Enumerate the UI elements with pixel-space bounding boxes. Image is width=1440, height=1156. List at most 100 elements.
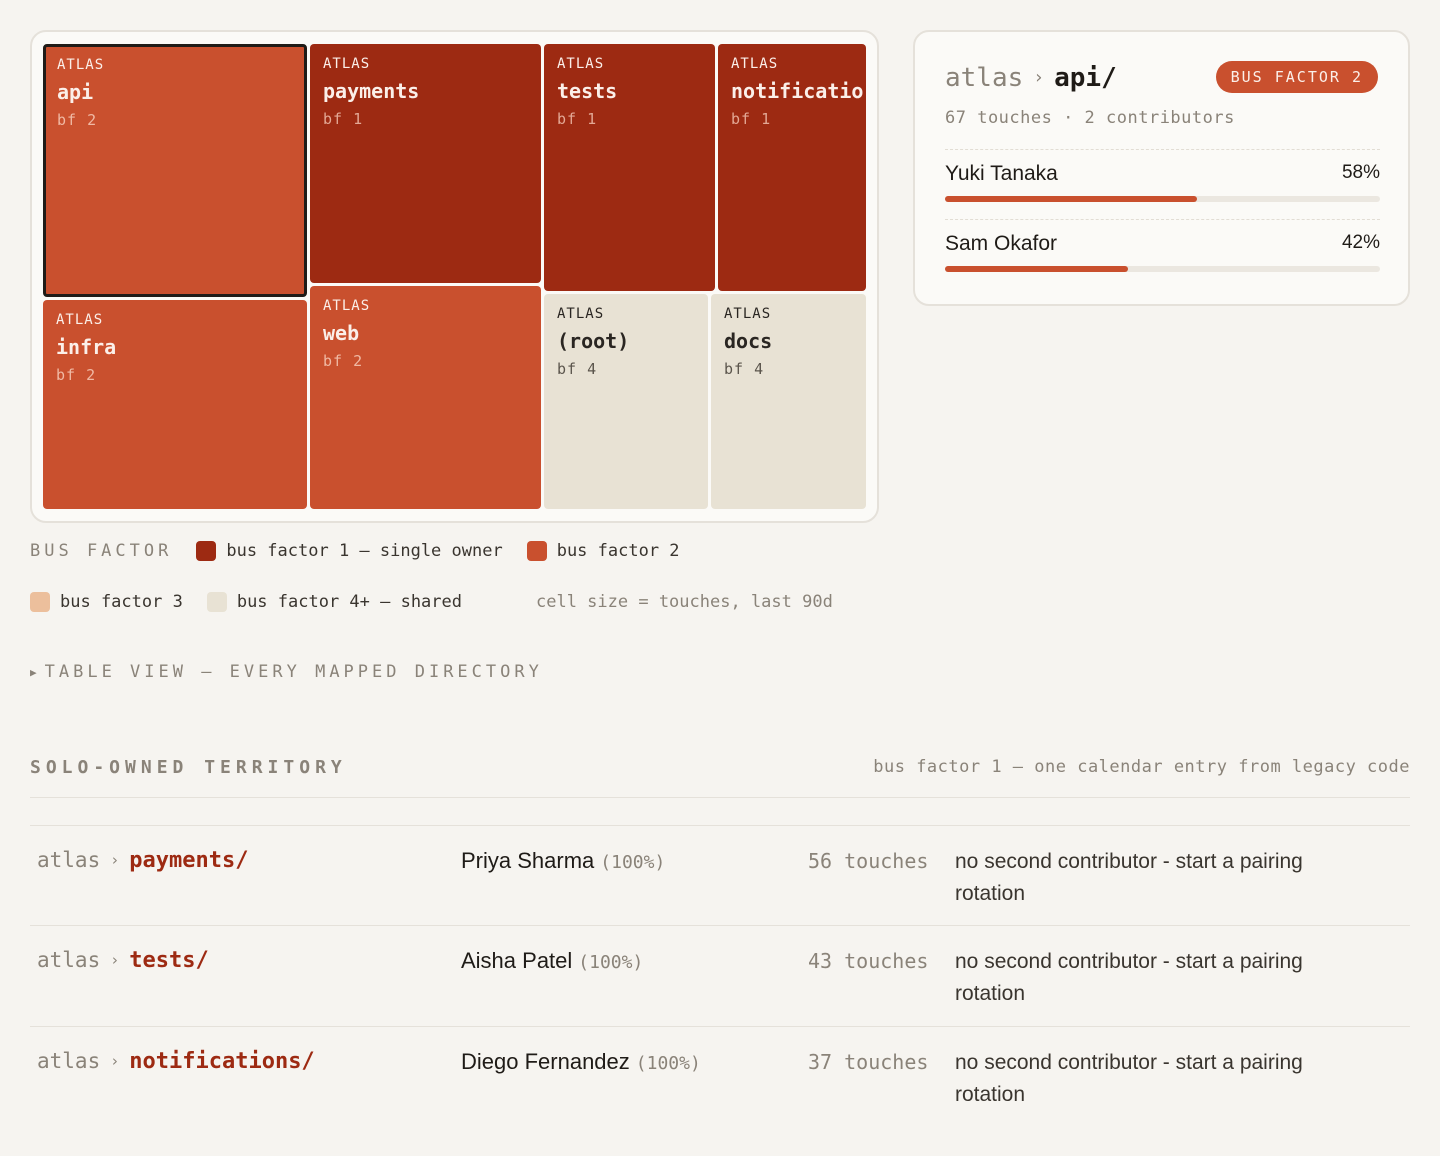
legend-row: bus factor 3 bus factor 4+ — shared cell…: [30, 592, 833, 612]
contributor-row: Yuki Tanaka 58%: [945, 149, 1380, 219]
treemap-cell-tests[interactable]: ATLAS tests bf 1: [544, 44, 715, 291]
cell-bus-factor: bf 4: [557, 360, 598, 378]
treemap-cell-payments[interactable]: ATLAS payments bf 1: [310, 44, 541, 283]
swatch-bf2: [526, 541, 547, 561]
owner-percent: (100%): [635, 1053, 701, 1074]
breadcrumb: atlas › api/: [945, 62, 1117, 94]
swatch-bf1: [196, 541, 217, 561]
touch-count: 43 touches: [808, 949, 929, 973]
bus-factor-badge: BUS FACTOR 2: [1215, 61, 1378, 93]
owner-name: Aisha Patel: [461, 948, 573, 973]
solo-row: atlas › payments/ Priya Sharma (100%) 56 to…: [30, 825, 1410, 925]
legend-label: bus factor 4+ — shared: [236, 592, 462, 612]
owner: Diego Fernandez (100%): [461, 1049, 701, 1075]
cell-project-label: ATLAS: [57, 57, 105, 73]
chevron-right-icon: ›: [110, 951, 120, 969]
cell-directory-name: docs: [724, 329, 773, 353]
owner-percent: (100%): [600, 852, 666, 873]
chevron-right-icon: ›: [110, 1052, 120, 1070]
owner: Priya Sharma (100%): [461, 848, 665, 874]
cell-directory-name: api: [57, 80, 94, 104]
legend-item-bf4: bus factor 4+ — shared: [206, 592, 462, 612]
owner-percent: (100%): [578, 952, 644, 973]
cell-directory-name: web: [323, 321, 360, 345]
legend-note: cell size = touches, last 90d: [536, 592, 833, 612]
contributor-percent: 42%: [1341, 232, 1380, 253]
legend-item-bf3: bus factor 3: [30, 592, 183, 612]
legend-label: bus factor 2: [556, 541, 680, 561]
cell-directory-name: tests: [557, 79, 618, 103]
share-bar-track: [945, 196, 1380, 202]
path-directory-link[interactable]: tests/: [129, 948, 208, 973]
share-bar-track: [945, 266, 1380, 272]
share-bar-fill: [945, 266, 1128, 272]
advice-text: no second contributor - start a pairing …: [955, 950, 1303, 1005]
swatch-bf3: [30, 592, 50, 612]
treemap-cell-web[interactable]: ATLAS web bf 2: [310, 286, 541, 509]
cell-bus-factor: bf 2: [57, 111, 98, 129]
cell-bus-factor: bf 1: [557, 110, 598, 128]
cell-bus-factor: bf 1: [731, 110, 772, 128]
advice-text: no second contributor - start a pairing …: [955, 1051, 1303, 1106]
cell-bus-factor: bf 2: [56, 366, 97, 384]
cell-project-label: ATLAS: [323, 56, 371, 72]
breadcrumb-project[interactable]: atlas: [945, 63, 1023, 93]
cell-bus-factor: bf 4: [724, 360, 765, 378]
directory-path: atlas › payments/: [37, 848, 248, 873]
directory-path: atlas › notifications/: [37, 1049, 315, 1074]
touch-count: 56 touches: [808, 849, 929, 873]
path-project: atlas: [37, 948, 101, 972]
touch-count: 37 touches: [808, 1050, 929, 1074]
owner-name: Diego Fernandez: [461, 1049, 630, 1074]
path-project: atlas: [37, 1049, 101, 1073]
advice-text: no second contributor - start a pairing …: [955, 850, 1303, 905]
chevron-right-icon: ›: [110, 851, 120, 869]
legend-item-bf1: bus factor 1 — single owner: [196, 541, 503, 561]
cell-project-label: ATLAS: [323, 298, 371, 314]
path-directory-link[interactable]: payments/: [129, 848, 248, 873]
cell-project-label: ATLAS: [731, 56, 779, 72]
directory-detail-card: atlas › api/ BUS FACTOR 2 67 touches · 2 c…: [913, 30, 1410, 306]
legend-label: bus factor 1 — single owner: [226, 541, 503, 561]
bus-factor-legend: BUS FACTOR bus factor 1 — single owner b…: [30, 541, 890, 621]
owner: Aisha Patel (100%): [461, 948, 643, 974]
table-view-toggle[interactable]: ▶ TABLE VIEW — EVERY MAPPED DIRECTORY: [30, 662, 543, 682]
cell-directory-name: (root): [557, 329, 630, 353]
contributor-name: Yuki Tanaka: [945, 162, 1058, 185]
chevron-right-icon: ›: [1033, 67, 1045, 88]
contributor-row: Sam Okafor 42%: [945, 219, 1380, 289]
legend-label: bus factor 3: [60, 592, 183, 612]
table-view-label: TABLE VIEW — EVERY MAPPED DIRECTORY: [44, 662, 543, 682]
treemap-cell-docs[interactable]: ATLAS docs bf 4: [711, 294, 866, 509]
divider: [30, 797, 1410, 798]
cell-directory-name: payments: [323, 79, 420, 103]
treemap-cell-infra[interactable]: ATLAS infra bf 2: [43, 300, 307, 509]
cell-project-label: ATLAS: [557, 56, 605, 72]
share-bar-fill: [945, 196, 1198, 202]
section-subheading: bus factor 1 — one calendar entry from l…: [873, 757, 1410, 777]
cell-bus-factor: bf 1: [323, 110, 364, 128]
path-directory-link[interactable]: notifications/: [129, 1049, 314, 1074]
cell-project-label: ATLAS: [724, 306, 772, 322]
solo-row: atlas › tests/ Aisha Patel (100%) 43 touche…: [30, 925, 1410, 1025]
swatch-bf4: [206, 592, 227, 612]
legend-item-bf2: bus factor 2: [526, 541, 680, 561]
contributor-percent: 58%: [1341, 162, 1380, 183]
treemap-cell-root[interactable]: ATLAS (root) bf 4: [544, 294, 708, 509]
triangle-right-icon: ▶: [30, 665, 37, 679]
section-heading: SOLO-OWNED TERRITORY: [30, 757, 347, 778]
directory-meta: 67 touches · 2 contributors: [945, 108, 1235, 128]
directory-path: atlas › tests/: [37, 948, 209, 973]
treemap-card: ATLAS api bf 2 ATLAS payments bf 1 ATLAS…: [30, 30, 879, 523]
solo-row: atlas › notifications/ Diego Fernandez (100…: [30, 1026, 1410, 1126]
legend-heading: BUS FACTOR: [30, 541, 173, 561]
owner-name: Priya Sharma: [461, 848, 595, 873]
treemap-cell-notifications[interactable]: ATLAS notificatio bf 1: [718, 44, 866, 291]
treemap-cell-api[interactable]: ATLAS api bf 2: [43, 44, 307, 297]
contributor-name: Sam Okafor: [945, 232, 1058, 255]
breadcrumb-directory: api/: [1054, 63, 1117, 93]
cell-project-label: ATLAS: [56, 312, 104, 328]
cell-bus-factor: bf 2: [323, 352, 364, 370]
cell-directory-name: infra: [56, 335, 117, 359]
legend-row: BUS FACTOR bus factor 1 — single owner b…: [30, 541, 704, 561]
